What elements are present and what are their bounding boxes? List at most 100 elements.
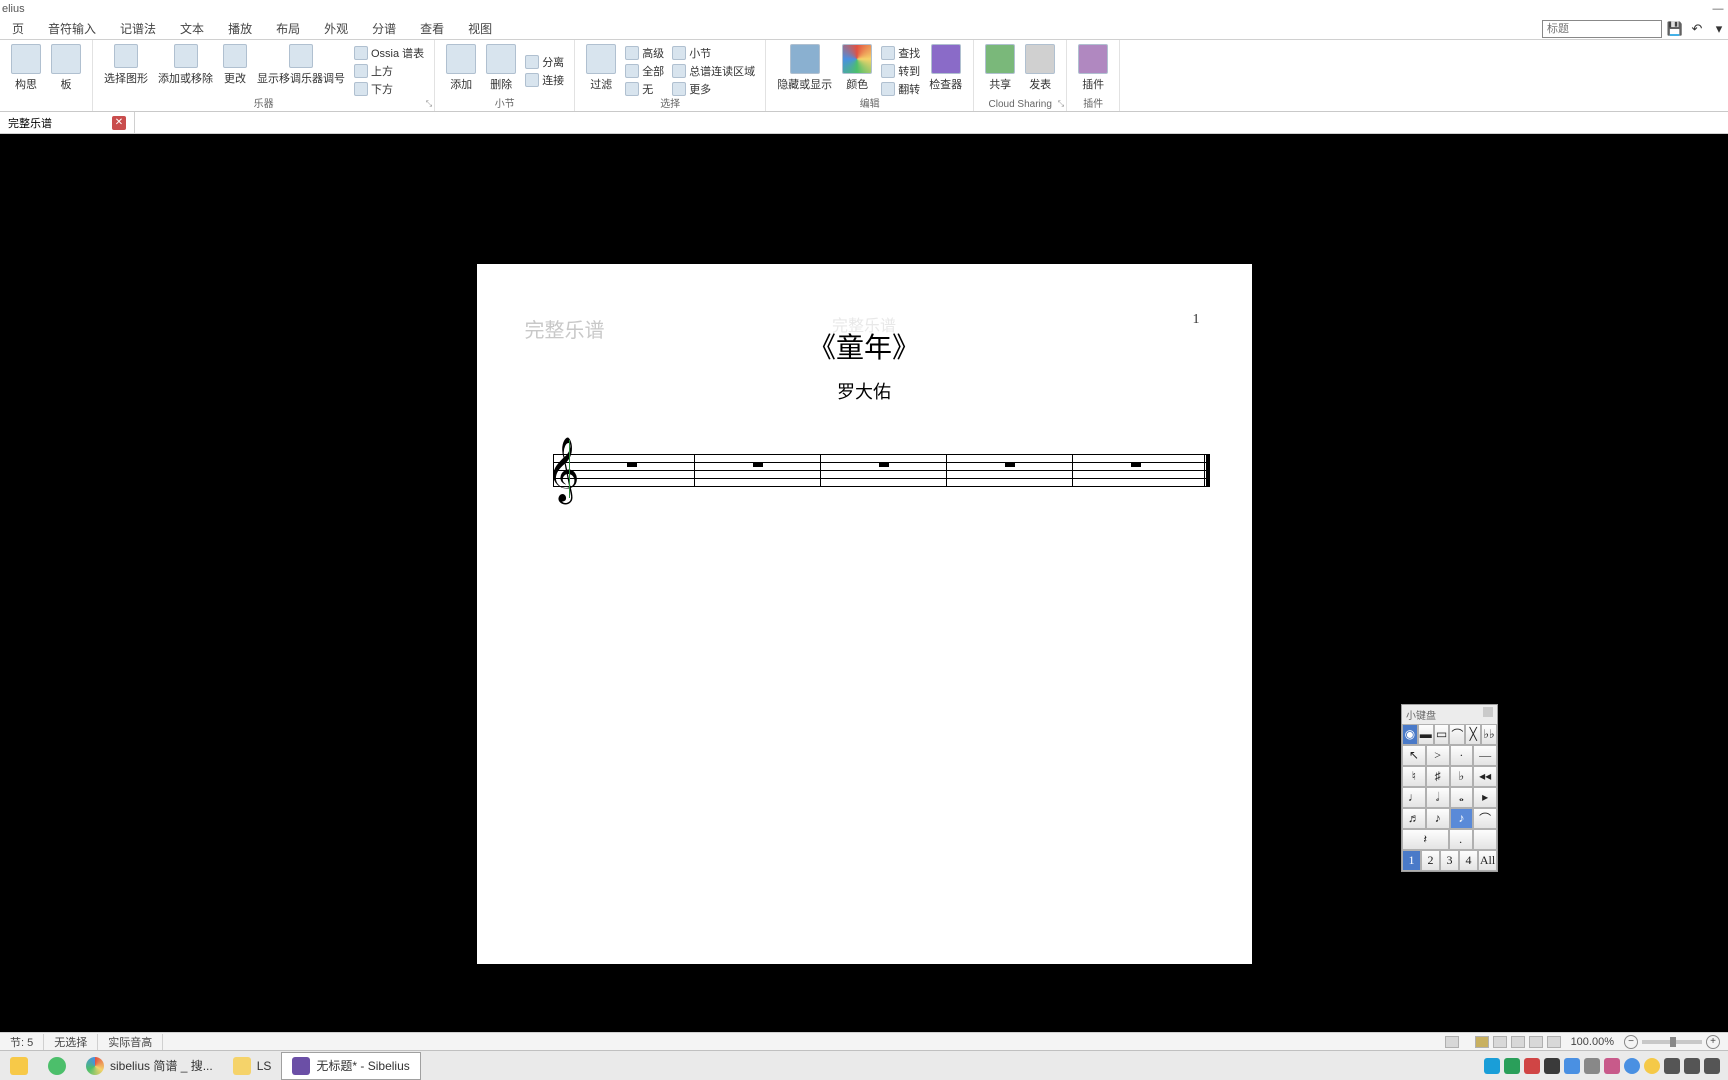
menu-tab[interactable]: 音符输入: [36, 18, 108, 40]
keypad-8th[interactable]: ♪: [1426, 808, 1450, 829]
keypad-layout-4[interactable]: ⌒: [1449, 724, 1465, 745]
add-bar-button[interactable]: 添加: [441, 42, 481, 99]
keypad-accent[interactable]: >: [1426, 745, 1450, 766]
keypad-sharp[interactable]: ♯: [1426, 766, 1450, 787]
keypad-rest[interactable]: 𝄽: [1402, 829, 1449, 850]
zoom-level[interactable]: 100.00%: [1565, 1036, 1620, 1048]
ossia-button[interactable]: Ossia 谱表: [350, 44, 428, 62]
keypad-half[interactable]: 𝅗𝅥: [1426, 787, 1450, 808]
dropdown-icon[interactable]: ▾: [1710, 20, 1728, 38]
barline[interactable]: [946, 454, 947, 486]
all-button[interactable]: 全部: [621, 62, 668, 80]
clipboard-icon[interactable]: [1445, 1036, 1459, 1048]
tray-icon[interactable]: [1644, 1058, 1660, 1074]
tray-icon[interactable]: [1524, 1058, 1540, 1074]
whole-rest[interactable]: [1005, 462, 1015, 467]
tray-icon[interactable]: [1624, 1058, 1640, 1074]
hide-show-button[interactable]: 隐藏或显示: [772, 42, 837, 99]
share-button[interactable]: 共享: [980, 42, 1020, 99]
taskbar-edge[interactable]: [38, 1052, 76, 1080]
keypad-16th[interactable]: ♬: [1402, 808, 1426, 829]
keypad-natural[interactable]: ♮: [1402, 766, 1426, 787]
barline[interactable]: [553, 454, 554, 486]
panel-button[interactable]: 板: [46, 42, 86, 99]
keypad-tie[interactable]: ⌒: [1473, 808, 1497, 829]
bar-select-button[interactable]: 小节: [668, 44, 759, 62]
plugin-button[interactable]: 插件: [1073, 42, 1113, 99]
minimize-button[interactable]: —: [1708, 3, 1728, 15]
menu-tab[interactable]: 外观: [312, 18, 360, 40]
above-button[interactable]: 上方: [350, 62, 428, 80]
staff[interactable]: 𝄞: [539, 450, 1210, 490]
menu-tab[interactable]: 分谱: [360, 18, 408, 40]
barline[interactable]: [820, 454, 821, 486]
tray-icon[interactable]: [1604, 1058, 1620, 1074]
goto-button[interactable]: 转到: [877, 62, 924, 80]
tray-icon[interactable]: [1564, 1058, 1580, 1074]
keypad-dot[interactable]: .: [1449, 829, 1473, 850]
document-tab[interactable]: 完整乐谱 ✕: [0, 112, 135, 133]
find-button[interactable]: 查找: [877, 44, 924, 62]
menu-tab[interactable]: 文本: [168, 18, 216, 40]
keypad-selected-note[interactable]: ♪: [1450, 808, 1474, 829]
score-composer[interactable]: 罗大佑: [477, 378, 1252, 404]
system-passage-button[interactable]: 总谱连读区域: [668, 62, 759, 80]
menu-tab[interactable]: 播放: [216, 18, 264, 40]
dialog-launcher-icon[interactable]: ⤡: [1058, 99, 1064, 109]
keypad-tenuto[interactable]: —: [1473, 745, 1497, 766]
menu-tab[interactable]: 视图: [456, 18, 504, 40]
menu-tab[interactable]: 布局: [264, 18, 312, 40]
zoom-in-icon[interactable]: +: [1706, 1035, 1720, 1049]
work-area[interactable]: 完整乐谱 完整乐谱 1 《童年》 罗大佑 𝄞: [0, 134, 1728, 1032]
split-button[interactable]: 分离: [521, 53, 568, 71]
transposing-button[interactable]: 显示移调乐器调号: [252, 42, 350, 99]
view-mode-5-icon[interactable]: [1547, 1036, 1561, 1048]
tray-volume-icon[interactable]: [1684, 1058, 1700, 1074]
add-remove-button[interactable]: 添加或移除: [153, 42, 218, 99]
tray-icon[interactable]: [1544, 1058, 1560, 1074]
keypad-tab-2[interactable]: 2: [1421, 850, 1440, 871]
tray-wifi-icon[interactable]: [1704, 1058, 1720, 1074]
barline[interactable]: [1072, 454, 1073, 486]
treble-clef-icon[interactable]: 𝄞: [547, 442, 580, 498]
view-mode-1-icon[interactable]: [1475, 1036, 1489, 1048]
select-graphic-button[interactable]: 选择图形: [99, 42, 153, 99]
view-mode-4-icon[interactable]: [1529, 1036, 1543, 1048]
advanced-button[interactable]: 高级: [621, 44, 668, 62]
menu-tab[interactable]: 查看: [408, 18, 456, 40]
keypad-tab-1[interactable]: 1: [1402, 850, 1421, 871]
flip-button[interactable]: 翻转: [877, 80, 924, 98]
score-page[interactable]: 完整乐谱 完整乐谱 1 《童年》 罗大佑 𝄞: [477, 264, 1252, 964]
keypad-layout-5[interactable]: ╳: [1465, 724, 1481, 745]
taskbar-folder[interactable]: LS: [223, 1052, 282, 1080]
keypad-next[interactable]: ▸: [1473, 787, 1497, 808]
keypad-tab-4[interactable]: 4: [1459, 850, 1478, 871]
dialog-launcher-icon[interactable]: ⤡: [426, 99, 432, 109]
tray-mic-icon[interactable]: [1664, 1058, 1680, 1074]
none-button[interactable]: 无: [621, 80, 668, 98]
keypad-whole[interactable]: 𝅝: [1450, 787, 1474, 808]
taskbar-sibelius[interactable]: 无标题* - Sibelius: [281, 1052, 420, 1080]
change-button[interactable]: 更改: [218, 42, 252, 99]
undo-icon[interactable]: ↶: [1688, 20, 1706, 38]
final-barline[interactable]: [1204, 454, 1210, 486]
keypad-tab-all[interactable]: All: [1478, 850, 1497, 871]
join-button[interactable]: 连接: [521, 71, 568, 89]
whole-rest[interactable]: [753, 462, 763, 467]
whole-rest[interactable]: [879, 462, 889, 467]
below-button[interactable]: 下方: [350, 80, 428, 98]
inspector-button[interactable]: 检查器: [924, 42, 967, 99]
keypad-quarter[interactable]: ♩: [1402, 787, 1426, 808]
ideas-button[interactable]: 构思: [6, 42, 46, 99]
keypad-menu-icon[interactable]: [1483, 707, 1493, 717]
menu-tab[interactable]: 页: [0, 18, 36, 40]
staff-system[interactable]: 𝄞: [539, 450, 1210, 490]
keypad-arrow[interactable]: ↖: [1402, 745, 1426, 766]
filter-button[interactable]: 过滤: [581, 42, 621, 99]
whole-rest[interactable]: [1131, 462, 1141, 467]
keypad-title[interactable]: 小键盘: [1402, 705, 1497, 724]
keypad-tab-3[interactable]: 3: [1440, 850, 1459, 871]
save-icon[interactable]: 💾: [1666, 20, 1684, 38]
zoom-slider[interactable]: [1642, 1040, 1702, 1044]
close-tab-icon[interactable]: ✕: [112, 116, 126, 130]
